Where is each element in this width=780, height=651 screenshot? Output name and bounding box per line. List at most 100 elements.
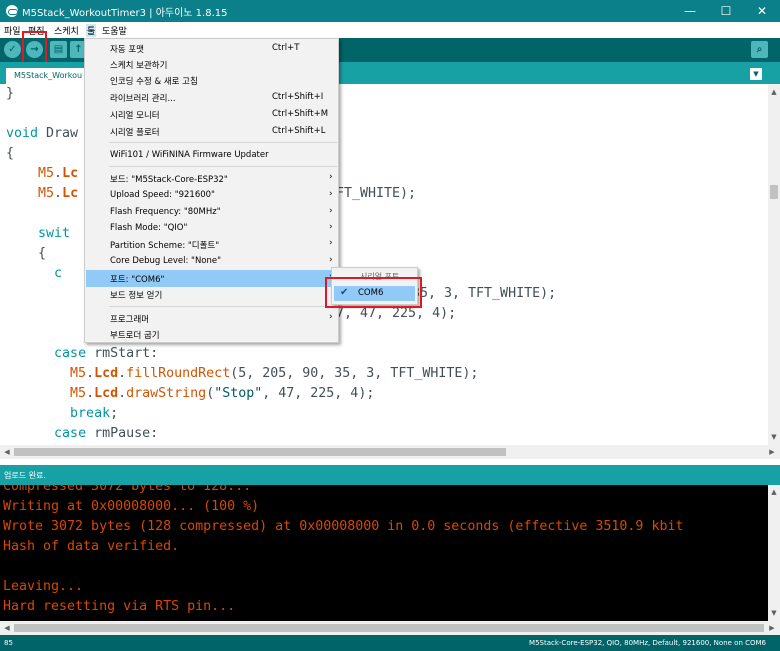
menu-item-label: 시리얼 플로터 [110, 128, 160, 138]
scroll-up-icon[interactable]: ▲ [768, 488, 780, 496]
console-vertical-scrollbar[interactable]: ▲ ▼ [768, 485, 780, 621]
serial-monitor-button[interactable]: ⌕ [751, 41, 768, 58]
menu-item-auto-format[interactable]: 자동 포맷 Ctrl+T [86, 40, 337, 57]
code-line: M5.Lcd.drawString("Stop", 47, 225, 4); [70, 386, 375, 401]
title-bar: M5Stack_WorkoutTimer3 | 아두이노 1.8.15 — ☐ … [0, 0, 780, 22]
menu-item-wifi-firmware-updater[interactable]: WiFi101 / WiFiNINA Firmware Updater [86, 147, 337, 164]
menu-item-label: 자동 포맷 [110, 45, 144, 55]
minimize-button[interactable]: — [672, 0, 708, 22]
code-fragment: TFT_WHITE); [328, 186, 417, 201]
menu-item-label: Core Debug Level: "None" [110, 256, 222, 266]
arduino-logo-icon [6, 5, 18, 17]
menu-item-programmer[interactable]: 프로그래머 › [86, 310, 337, 327]
submenu-arrow-icon: › [329, 238, 333, 248]
menu-item-fix-encoding[interactable]: 인코딩 수정 & 새로 고침 [86, 72, 337, 89]
code-fragment: 7, 47, 225, 4); [336, 306, 457, 321]
code-line: M5.Lc [38, 186, 79, 201]
menu-file[interactable]: 파일 [4, 24, 21, 37]
submenu-arrow-icon: › [329, 312, 333, 322]
scroll-down-icon[interactable]: ▼ [768, 609, 780, 617]
console-line: Writing at 0x00008000... (100 %) [3, 499, 260, 514]
menu-item-flash-frequency[interactable]: Flash Frequency: "80MHz" › [86, 204, 337, 221]
code-line: { [6, 246, 47, 261]
menu-item-shortcut: Ctrl+Shift+I [272, 92, 324, 102]
menu-tools[interactable]: 툴 [86, 24, 97, 37]
code-fragment: 35, 3, TFT_WHITE); [412, 286, 557, 301]
menu-item-core-debug-level[interactable]: Core Debug Level: "None" › [86, 253, 337, 270]
console-line: Hash of data verified. [3, 539, 180, 554]
maximize-button[interactable]: ☐ [708, 0, 744, 22]
menu-item-label: 라이브러리 관리... [110, 94, 176, 104]
submenu-arrow-icon: › [329, 189, 333, 199]
menu-item-label: Flash Frequency: "80MHz" [110, 207, 221, 217]
menu-bar: 파일 편집 스케치 툴 도움말 [0, 22, 780, 38]
menu-item-shortcut: Ctrl+Shift+L [272, 126, 326, 136]
console-horizontal-scrollbar[interactable]: ◀ ▶ [0, 621, 780, 635]
line-number: 85 [4, 639, 13, 647]
tab-menu-button[interactable]: ▼ [750, 68, 762, 80]
scroll-right-icon[interactable]: ▶ [766, 624, 778, 632]
menu-item-label: 인코딩 수정 & 새로 고침 [110, 77, 198, 87]
menu-item-label: Upload Speed: "921600" [110, 190, 215, 200]
code-line: break; [70, 406, 119, 421]
menu-item-manage-libraries[interactable]: 라이브러리 관리... Ctrl+Shift+I [86, 89, 337, 106]
menu-separator [109, 142, 337, 143]
code-line: case rmPause: [54, 426, 159, 441]
editor-horizontal-scrollbar[interactable]: ◀ ▶ [0, 445, 780, 459]
close-button[interactable]: ✕ [744, 0, 780, 22]
menu-item-label: Flash Mode: "QIO" [110, 223, 188, 233]
scroll-down-icon[interactable]: ▼ [768, 433, 780, 441]
menu-item-board[interactable]: 보드: "M5Stack-Core-ESP32" › [86, 170, 337, 187]
scroll-right-icon[interactable]: ▶ [766, 448, 778, 456]
verify-button[interactable]: ✓ [4, 41, 21, 58]
new-sketch-button[interactable]: ▤ [50, 41, 67, 58]
menu-item-shortcut: Ctrl+T [272, 43, 300, 53]
menu-item-label: 프로그래머 [110, 315, 150, 325]
menu-help[interactable]: 도움말 [102, 24, 127, 37]
submenu-arrow-icon: › [329, 222, 333, 232]
menu-item-upload-speed[interactable]: Upload Speed: "921600" › [86, 187, 337, 204]
menu-item-serial-monitor[interactable]: 시리얼 모니터 Ctrl+Shift+M [86, 106, 337, 123]
menu-item-label: 보드 정보 얻기 [110, 291, 163, 301]
scroll-thumb[interactable] [770, 185, 778, 199]
submenu-arrow-icon: › [329, 172, 333, 182]
submenu-arrow-icon: › [329, 206, 333, 216]
console-output: Compressed 3072 bytes to 128... Writing … [0, 485, 768, 621]
annotation-box-port [325, 277, 422, 308]
menu-item-archive-sketch[interactable]: 스케치 보관하기 [86, 56, 337, 73]
menu-item-partition-scheme[interactable]: Partition Scheme: "디폴트" › [86, 236, 337, 253]
menu-item-label: WiFi101 / WiFiNINA Firmware Updater [110, 150, 269, 160]
menu-item-flash-mode[interactable]: Flash Mode: "QIO" › [86, 220, 337, 237]
menu-item-burn-bootloader[interactable]: 부트로더 굽기 [86, 326, 337, 343]
submenu-arrow-icon: › [329, 255, 333, 265]
tab-sketch[interactable]: M5Stack_Workou [6, 68, 86, 84]
editor-vertical-scrollbar[interactable]: ▲ ▼ [768, 84, 780, 445]
status-message: 업로드 완료. [0, 465, 780, 485]
menu-item-label: 보드: "M5Stack-Core-ESP32" [110, 175, 228, 185]
code-line: swit [38, 226, 71, 241]
menu-item-port[interactable]: 포트: "COM6" › [86, 270, 337, 287]
menu-item-serial-plotter[interactable]: 시리얼 플로터 Ctrl+Shift+L [86, 123, 337, 140]
console-line: Wrote 3072 bytes (128 compressed) at 0x0… [3, 519, 684, 534]
bottom-status-bar: 85 M5Stack-Core-ESP32, QIO, 80MHz, Defau… [0, 635, 780, 651]
menu-item-board-info[interactable]: 보드 정보 얻기 [86, 286, 337, 303]
menu-separator [109, 166, 337, 167]
code-line: M5.Lcd.fillRoundRect(5, 205, 90, 35, 3, … [70, 366, 479, 381]
tools-menu: 자동 포맷 Ctrl+T 스케치 보관하기 인코딩 수정 & 새로 고침 라이브… [84, 38, 339, 343]
code-line: c [54, 266, 63, 281]
scroll-thumb[interactable] [14, 624, 764, 632]
code-line: case rmStart: [54, 346, 159, 361]
scroll-left-icon[interactable]: ◀ [1, 624, 13, 632]
menu-item-shortcut: Ctrl+Shift+M [272, 109, 329, 119]
code-line: } [6, 86, 15, 101]
menu-item-label: 부트로더 굽기 [110, 331, 160, 341]
board-info: M5Stack-Core-ESP32, QIO, 80MHz, Default,… [529, 639, 766, 647]
menu-sketch[interactable]: 스케치 [54, 24, 79, 37]
scroll-up-icon[interactable]: ▲ [768, 88, 780, 96]
console-line: Compressed 3072 bytes to 128... [3, 485, 252, 494]
console-line: Leaving... [3, 579, 84, 594]
scroll-left-icon[interactable]: ◀ [1, 448, 13, 456]
scroll-thumb[interactable] [14, 448, 506, 456]
menu-item-label: Partition Scheme: "디폴트" [110, 241, 220, 251]
code-line: { [6, 146, 15, 161]
